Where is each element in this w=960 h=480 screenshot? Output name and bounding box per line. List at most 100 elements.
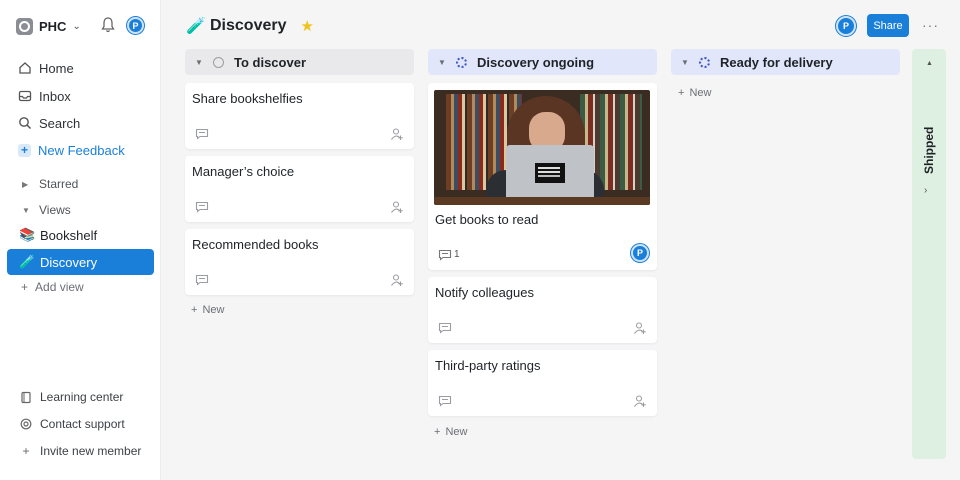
workspace-name: PHC: [39, 18, 67, 34]
section-starred-label: Starred: [39, 177, 79, 191]
test-tube-icon: 🧪: [19, 254, 36, 269]
card-title: Recommended books: [192, 237, 319, 252]
book-icon: [21, 391, 31, 403]
chevron-down-icon: ⌄: [72, 20, 81, 32]
comment-icon[interactable]: [195, 128, 209, 140]
in-progress-icon: [699, 56, 710, 68]
header-avatar[interactable]: P: [836, 16, 856, 36]
assign-user-icon[interactable]: [390, 127, 404, 141]
card-title: Share bookshelfies: [192, 91, 303, 106]
card[interactable]: Recommended books: [185, 229, 414, 295]
column-title: Discovery ongoing: [477, 54, 595, 70]
inbox-icon: [18, 90, 32, 102]
nav-search[interactable]: Search: [18, 114, 80, 132]
chevron-icon: ›: [924, 185, 928, 196]
assign-user-icon[interactable]: [633, 394, 647, 408]
caret-down-icon: ▼: [195, 57, 203, 67]
card-title: Third-party ratings: [435, 358, 541, 373]
page-header: 🧪 Discovery ★: [186, 14, 314, 38]
support-icon: [20, 418, 32, 430]
new-card-label: New: [689, 87, 712, 99]
card[interactable]: Notify colleagues: [428, 277, 657, 343]
comment-icon[interactable]: [438, 249, 452, 261]
add-view-label: Add view: [35, 280, 84, 294]
star-icon[interactable]: ★: [301, 17, 314, 35]
in-progress-icon: [456, 56, 467, 68]
contact-support-label: Contact support: [40, 417, 125, 431]
search-icon: [19, 117, 32, 130]
new-card-label: New: [202, 304, 225, 316]
new-feedback-label: New Feedback: [38, 142, 125, 158]
caret-down-icon: ▼: [438, 57, 446, 67]
invite-member-link[interactable]: + Invite new member: [20, 444, 141, 458]
new-card-button[interactable]: + New: [434, 426, 467, 438]
new-card-button[interactable]: + New: [191, 304, 224, 316]
column-header-to-discover[interactable]: ▼ To discover: [185, 49, 414, 75]
section-views-label: Views: [39, 203, 71, 217]
section-views[interactable]: ▼ Views: [22, 202, 71, 218]
card-title: Get books to read: [435, 212, 539, 227]
user-avatar[interactable]: P: [127, 17, 144, 34]
view-discovery[interactable]: 🧪 Discovery: [7, 249, 154, 275]
invite-member-label: Invite new member: [40, 444, 142, 458]
view-bookshelf[interactable]: 📚 Bookshelf: [7, 222, 154, 248]
new-feedback-button[interactable]: + New Feedback: [18, 141, 125, 159]
new-card-label: New: [445, 426, 468, 438]
caret-down-icon: ▼: [22, 205, 30, 215]
column-header-ready-for-delivery[interactable]: ▼ Ready for delivery: [671, 49, 900, 75]
comment-icon[interactable]: [438, 322, 452, 334]
new-card-button[interactable]: + New: [678, 87, 711, 99]
sidebar: PHC ⌄ P Home Inbox Search + New Feedback…: [0, 0, 161, 480]
collapsed-column-shipped[interactable]: ▲ Shipped ›: [912, 49, 946, 459]
card[interactable]: Manager’s choice: [185, 156, 414, 222]
plus-icon: +: [191, 304, 198, 316]
workspace-logo-icon: [16, 17, 33, 35]
nav-inbox-label: Inbox: [39, 88, 71, 104]
column-title: Ready for delivery: [720, 54, 833, 70]
card[interactable]: Share bookshelfies: [185, 83, 414, 149]
card[interactable]: Get books to read 1 P: [428, 83, 657, 270]
card-title: Notify colleagues: [435, 285, 534, 300]
caret-down-icon: ▼: [681, 57, 689, 67]
collapsed-column-title: Shipped: [922, 126, 936, 174]
plus-icon: +: [18, 143, 31, 157]
comment-icon[interactable]: [195, 274, 209, 286]
home-icon: [19, 62, 31, 74]
page-title: Discovery: [210, 17, 287, 34]
learning-center-label: Learning center: [40, 390, 124, 404]
assign-user-icon[interactable]: [390, 200, 404, 214]
view-bookshelf-label: Bookshelf: [40, 227, 98, 243]
card[interactable]: Third-party ratings: [428, 350, 657, 416]
section-starred[interactable]: ▶ Starred: [22, 176, 78, 192]
nav-home[interactable]: Home: [18, 59, 74, 77]
books-icon: 📚: [19, 227, 36, 242]
plus-icon: +: [434, 426, 441, 438]
comment-icon[interactable]: [195, 201, 209, 213]
add-view-button[interactable]: + Add view: [21, 280, 84, 294]
comment-count: 1: [454, 249, 460, 260]
plus-icon: +: [22, 444, 30, 458]
column-header-discovery-ongoing[interactable]: ▼ Discovery ongoing: [428, 49, 657, 75]
bell-icon[interactable]: [100, 16, 116, 34]
learning-center-link[interactable]: Learning center: [20, 390, 123, 404]
test-tube-icon: 🧪: [186, 18, 206, 35]
plus-icon: +: [678, 87, 685, 99]
assignee-avatar[interactable]: P: [631, 244, 649, 262]
workspace-switcher[interactable]: PHC ⌄: [16, 15, 81, 37]
contact-support-link[interactable]: Contact support: [20, 417, 125, 431]
assign-user-icon[interactable]: [633, 321, 647, 335]
more-options-icon[interactable]: ···: [922, 17, 939, 33]
status-circle-icon: [213, 56, 224, 68]
comment-icon[interactable]: [438, 395, 452, 407]
caret-up-icon: ▲: [926, 60, 933, 67]
caret-right-icon: ▶: [22, 179, 29, 189]
view-discovery-label: Discovery: [40, 254, 98, 270]
laptop-sticker-image: [535, 163, 565, 183]
table-image: [434, 197, 650, 205]
share-button[interactable]: Share: [867, 14, 909, 37]
column-title: To discover: [234, 54, 307, 70]
card-title: Manager’s choice: [192, 164, 295, 179]
assign-user-icon[interactable]: [390, 273, 404, 287]
nav-home-label: Home: [39, 60, 74, 76]
nav-inbox[interactable]: Inbox: [18, 87, 71, 105]
